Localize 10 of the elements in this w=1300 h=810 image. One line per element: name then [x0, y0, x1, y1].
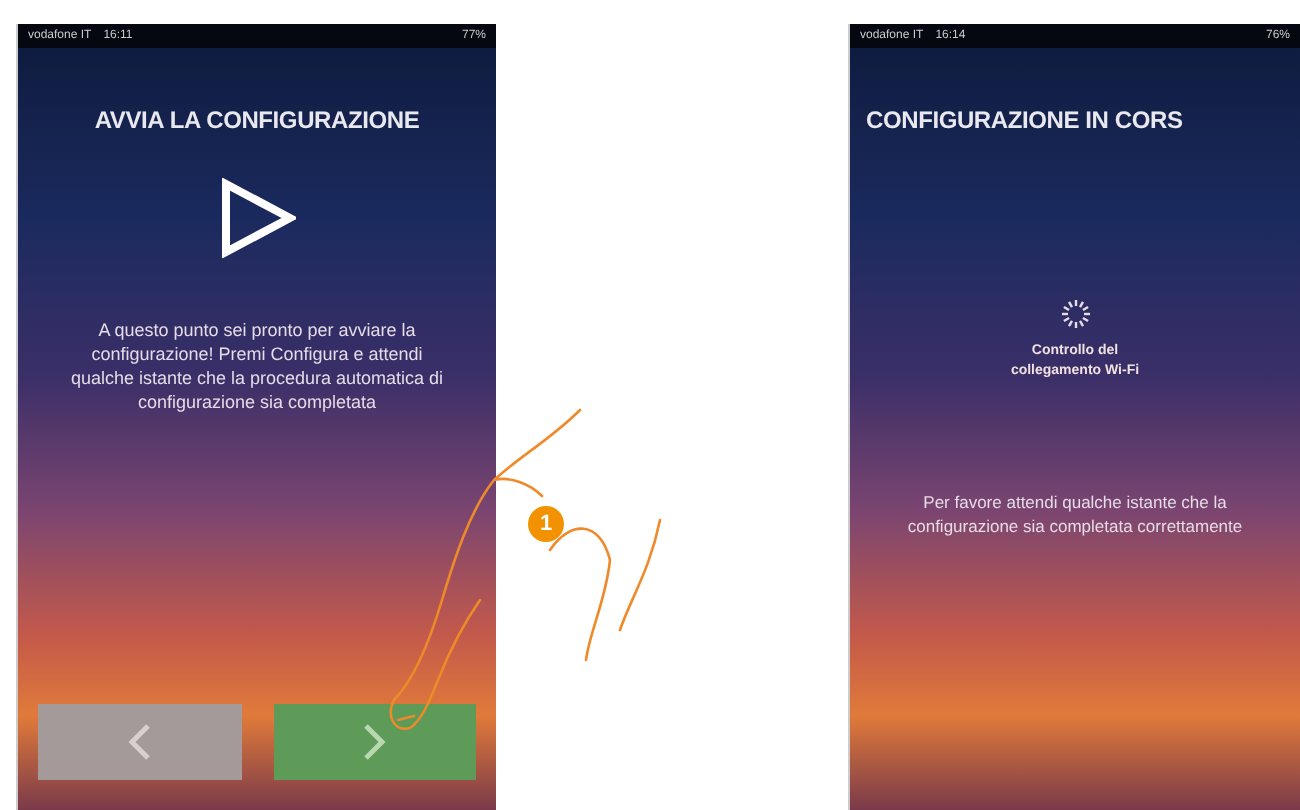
spinner-icon	[1059, 298, 1091, 330]
instruction-text: A questo punto sei pronto per avviare la configurazione! Premi Configura e attendi qualche istante che la procedura automatica di configurazione sia completata	[68, 318, 446, 414]
play-icon[interactable]	[219, 178, 295, 258]
wait-text: Per favore attendi qualche istante che la configurazione sia completata correttamente	[905, 490, 1245, 538]
screen-title: CONFIGURAZIONE IN CORS	[866, 106, 1185, 134]
next-button[interactable]	[273, 704, 476, 780]
step-number: 1	[528, 506, 564, 542]
chevron-left-icon	[125, 722, 154, 762]
chevron-right-icon	[360, 722, 389, 762]
screen-title: AVVIA LA CONFIGURAZIONE	[92, 106, 422, 134]
